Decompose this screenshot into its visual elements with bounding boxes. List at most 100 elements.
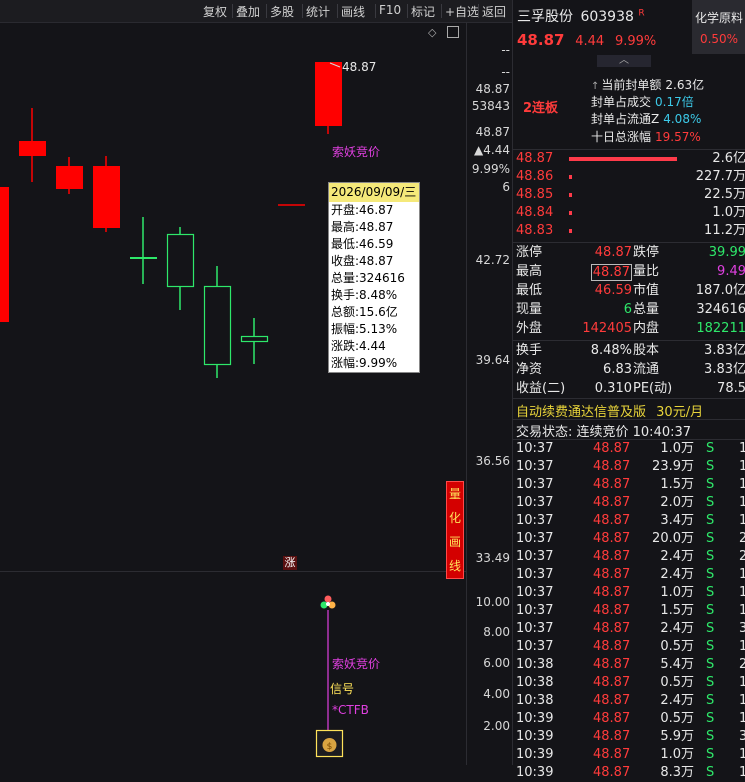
stock-price: 48.87 [517,31,565,49]
seal-label: 封单占流通Z [591,112,660,126]
trade-count: 2 [739,531,745,546]
stat-label: 净资 [516,362,543,377]
bottom-signal-label: 信号 [330,682,355,696]
orderbook-row[interactable]: 48.84 1.0万 [513,204,745,222]
toolbar-button-4[interactable]: 画线 [341,3,365,20]
trade-volume: 2.4万 [660,693,694,708]
orderbook-bar [569,157,677,161]
trade-row: 10:37 48.87 23.9万 S 1 [513,458,745,476]
toolbar-button-0[interactable]: 复权 [203,3,227,20]
candle-2 [56,166,83,189]
trade-price: 48.87 [593,495,631,510]
axis-current-price: 48.87 [475,82,510,96]
trade-count: 1 [739,567,745,582]
trade-row: 10:39 48.87 1.0万 S 1 [513,746,745,764]
trade-price: 48.87 [593,549,631,564]
stat-label: 量比 [633,264,660,279]
trade-volume: 20.0万 [652,531,694,546]
stat-value: 3.83亿 [704,362,745,377]
trade-row: 10:37 48.87 2.0万 S 1 [513,494,745,512]
trade-side: S [706,729,715,744]
axis-price-label: 42.72 [475,253,510,267]
trade-side: S [706,459,715,474]
trade-side: S [706,477,715,492]
trade-count: 1 [739,747,745,762]
trade-volume: 5.4万 [660,657,694,672]
stat-row: 收益(二) 0.310 PE(动) 78.5 [513,380,745,398]
trade-price: 48.87 [593,729,631,744]
trade-time: 10:37 [516,513,554,528]
trade-count: 1 [739,477,745,492]
axis-price-label: 33.49 [475,551,510,565]
axis-indicator-label: 10.00 [475,595,510,609]
trade-volume: 2.4万 [660,567,694,582]
seal-value: 0.17倍 [655,95,694,109]
stat-row: 最高 48.87 量比 9.49 [513,263,745,281]
trade-side: S [706,657,715,672]
toolbar-button-3[interactable]: 统计 [306,3,330,20]
trade-volume: 3.4万 [660,513,694,528]
trade-row: 10:37 48.87 1.0万 S 1 [513,584,745,602]
orderbook-volume: 22.5万 [704,187,745,202]
diamond-icon[interactable]: ◇ [428,26,436,39]
toolbar-button-1[interactable]: 叠加 [236,3,260,20]
stat-label: 换手 [516,343,543,358]
stat-row: 最低 46.59 市值 187.0亿 [513,282,745,300]
trade-side: S [706,549,715,564]
toolbar-button-8[interactable]: 返回 [482,3,506,20]
orderbook-row[interactable]: 48.83 11.2万 [513,222,745,240]
trade-time: 10:37 [516,549,554,564]
toolbar-button-5[interactable]: F10 [379,3,401,17]
trade-row: 10:37 48.87 0.5万 S 1 [513,638,745,656]
trade-volume: 0.5万 [660,711,694,726]
stat-value: 9.49 [717,264,745,279]
trade-row: 10:37 48.87 2.4万 S 3 [513,620,745,638]
stock-pct: 9.99% [614,34,657,49]
trade-count: 1 [739,693,745,708]
kline-chart[interactable]: $ ◇ 48.87 索妖竞价 2026/09/09/三 开盘:46.87 最高:4… [0,22,466,765]
trade-row: 10:37 48.87 1.0万 S 1 [513,440,745,458]
stat-label: 市值 [633,283,660,298]
stat-label: 外盘 [516,321,543,336]
promo-banner[interactable]: 自动续费通达信普及版 30元/月 [516,401,703,420]
trade-row: 10:39 48.87 8.3万 S 1 [513,764,745,782]
trade-time: 10:37 [516,495,554,510]
stat-value: 6.83 [603,362,632,377]
stock-change: 4.44 [575,34,605,49]
orderbook-row[interactable]: 48.85 22.5万 [513,186,745,204]
toolbar-button-2[interactable]: 多股 [270,3,294,20]
trade-count: 3 [739,621,745,636]
stat-value: 3.83亿 [704,343,745,358]
stat-label: 内盘 [633,321,660,336]
stat-value: 324616 [696,302,745,317]
sector-pct: 0.50% [699,32,739,46]
orderbook-row[interactable]: 48.87 2.6亿 [513,150,745,168]
orderbook-price: 48.84 [516,205,554,220]
trade-side: S [706,765,715,780]
candle-7 [240,335,269,343]
trade-price: 48.87 [593,657,631,672]
tooltip-row: 最高:48.87 [331,220,394,234]
window-icon[interactable] [447,26,459,38]
trade-volume: 1.0万 [660,747,694,762]
bottom-signal-code: *CTFB [332,703,369,717]
stat-row: 净资 6.83 流通 3.83亿 [513,361,745,379]
trade-side: S [706,675,715,690]
trade-row: 10:38 48.87 5.4万 S 2 [513,656,745,674]
quant-draw-tag[interactable]: 量化画线 [446,481,464,579]
orderbook-row[interactable]: 48.86 227.7万 [513,168,745,186]
stat-row: 现量 6 总量 324616 [513,301,745,319]
toolbar-button-7[interactable]: +自选 [445,3,479,20]
stat-label: 收益(二) [516,381,566,396]
trade-row: 10:38 48.87 0.5万 S 1 [513,674,745,692]
peak-price-label: 48.87 [342,60,377,74]
trade-count: 1 [739,639,745,654]
stat-label: PE(动) [633,381,673,396]
trade-price: 48.87 [593,567,631,582]
sector-box[interactable]: 化学原料 0.50% [692,0,745,54]
stock-name: 三孚股份 [517,9,573,25]
trade-price: 48.87 [593,639,631,654]
toolbar-button-6[interactable]: 标记 [411,3,435,20]
chevron-up-icon[interactable]: ︿ [597,55,651,67]
trade-price: 48.87 [593,459,631,474]
